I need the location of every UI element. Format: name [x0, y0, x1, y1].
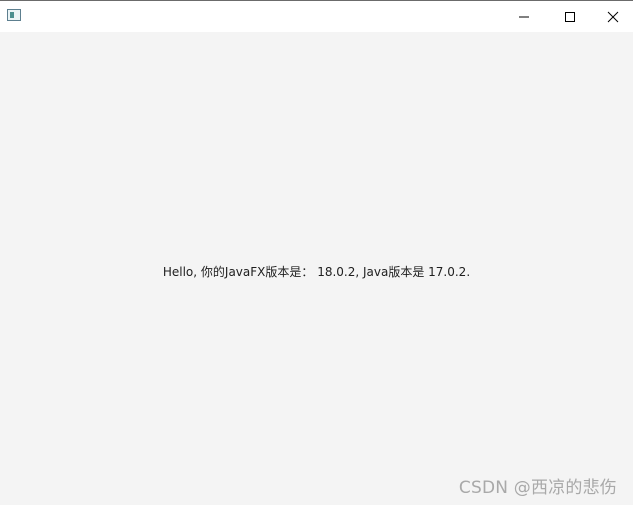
content-area: Hello, 你的JavaFX版本是： 18.0.2, Java版本是 17.0… [0, 32, 633, 505]
title-bar[interactable] [0, 1, 633, 32]
application-window: Hello, 你的JavaFX版本是： 18.0.2, Java版本是 17.0… [0, 0, 633, 505]
minimize-icon [519, 16, 529, 17]
version-label: Hello, 你的JavaFX版本是： 18.0.2, Java版本是 17.0… [162, 265, 471, 279]
app-icon-pane [10, 12, 14, 18]
maximize-icon [565, 11, 575, 22]
close-button[interactable] [593, 1, 633, 32]
csdn-watermark: CSDN @西凉的悲伤 [458, 478, 617, 498]
close-icon [607, 11, 619, 22]
maximize-button[interactable] [547, 1, 593, 32]
minimize-button[interactable] [501, 1, 547, 32]
app-window-icon[interactable] [7, 9, 21, 21]
